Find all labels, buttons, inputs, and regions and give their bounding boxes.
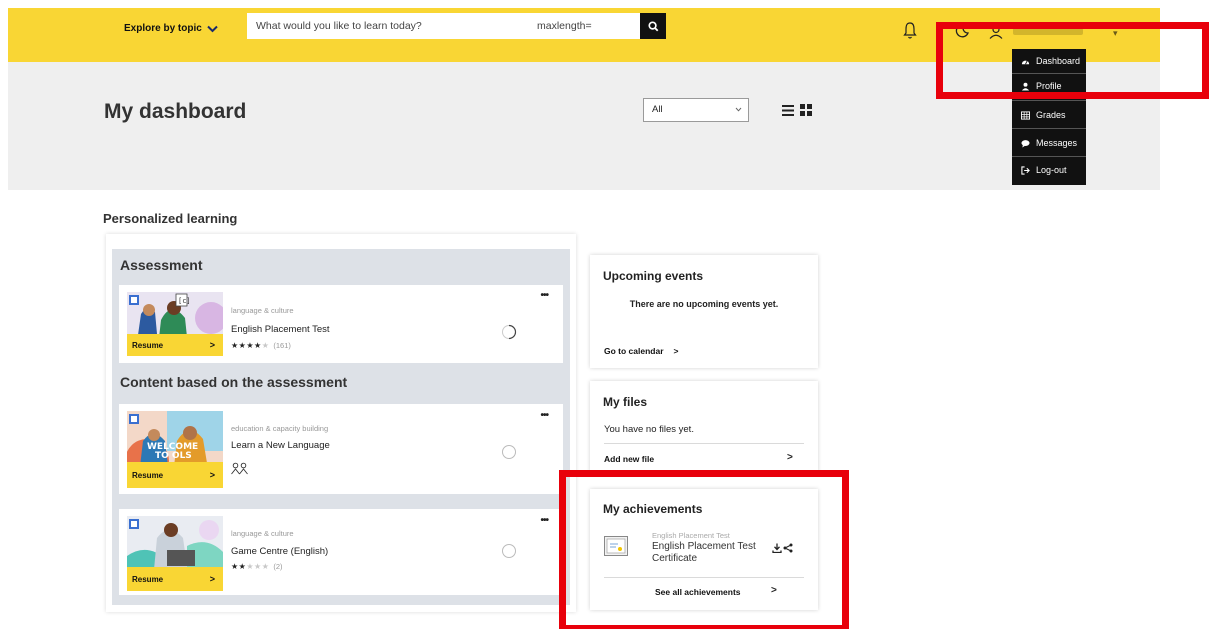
menu-item-messages[interactable]: Messages [1012,132,1086,154]
svg-text:[c]: [c] [178,297,191,305]
course-rating: ★★★★★ (2) [231,562,283,571]
content-heading: Content based on the assessment [120,374,348,390]
menu-divider [1012,156,1086,157]
filter-value: All [652,104,663,115]
menu-item-logout[interactable]: Log-out [1012,159,1086,181]
course-category: language & culture [231,306,294,315]
chevron-right-icon: > [673,346,679,356]
explore-by-topic-button[interactable]: Explore by topic [124,23,218,34]
progress-circle-icon [502,445,516,459]
course-rating: ★★★★★ (161) [231,341,291,350]
course-card[interactable]: Resume > language & culture Game Centre … [119,509,563,595]
course-category: language & culture [231,529,294,538]
course-card[interactable]: [c] Resume > language & culture English … [119,285,563,363]
menu-divider [1012,100,1086,101]
chevron-right-icon: > [209,340,215,350]
progress-spinner-icon [502,324,517,340]
assessment-heading: Assessment [120,257,203,273]
menu-divider [1012,128,1086,129]
empty-events-text: There are no upcoming events yet. [629,299,779,309]
search-input[interactable]: What would you like to learn today? maxl… [247,13,640,39]
resume-button[interactable]: Resume > [127,462,223,488]
search-placeholder: What would you like to learn today? [256,20,422,32]
messages-icon [1021,139,1030,148]
chevron-right-icon: > [209,574,215,584]
search-extra-text: maxlength= [537,20,592,32]
list-view-icon[interactable] [782,104,794,117]
card-title: Upcoming events [603,269,704,283]
more-options-icon[interactable]: ••• [540,515,548,526]
grades-icon [1021,110,1030,120]
course-title: English Placement Test [231,324,330,335]
my-files-card: My files You have no files yet. Add new … [590,381,818,473]
menu-item-grades[interactable]: Grades [1012,104,1086,126]
upcoming-events-card: Upcoming events There are no upcoming ev… [590,255,818,368]
filter-select[interactable]: All [643,98,749,122]
rating-count: (161) [273,341,291,350]
go-to-calendar-link[interactable]: Go to calendar > [604,346,678,356]
search-icon [647,20,658,31]
page-title: My dashboard [104,100,247,123]
logout-icon [1021,165,1030,175]
divider [604,443,804,444]
resume-button[interactable]: Resume > [127,334,223,356]
resume-button[interactable]: Resume > [127,567,223,591]
add-new-file-link[interactable]: Add new file [604,454,654,464]
course-title: Learn a New Language [231,440,330,451]
highlight-box-achievements [559,470,849,629]
more-options-icon[interactable]: ••• [540,410,548,421]
empty-files-text: You have no files yet. [604,424,694,435]
course-title: Game Centre (English) [231,546,329,557]
svg-text:TO OLS: TO OLS [155,451,192,461]
course-card[interactable]: WELCOME TO OLS Resume > education & capa… [119,404,563,494]
course-category: education & capacity building [231,424,329,433]
chevron-down-icon [207,25,218,32]
group-icon [231,462,248,475]
section-title: Personalized learning [103,211,238,226]
highlight-box-dashboard [936,22,1209,99]
chevron-down-icon [735,107,742,112]
rating-count: (2) [273,562,283,571]
more-options-icon[interactable]: ••• [540,290,548,301]
grid-view-icon[interactable] [800,104,812,116]
card-title: My files [603,395,648,409]
chevron-right-icon[interactable]: > [787,452,793,463]
chevron-right-icon: > [209,470,215,480]
search-button[interactable] [640,13,666,39]
progress-circle-icon [502,544,516,558]
explore-label: Explore by topic [124,23,202,34]
bell-icon[interactable] [903,21,917,41]
